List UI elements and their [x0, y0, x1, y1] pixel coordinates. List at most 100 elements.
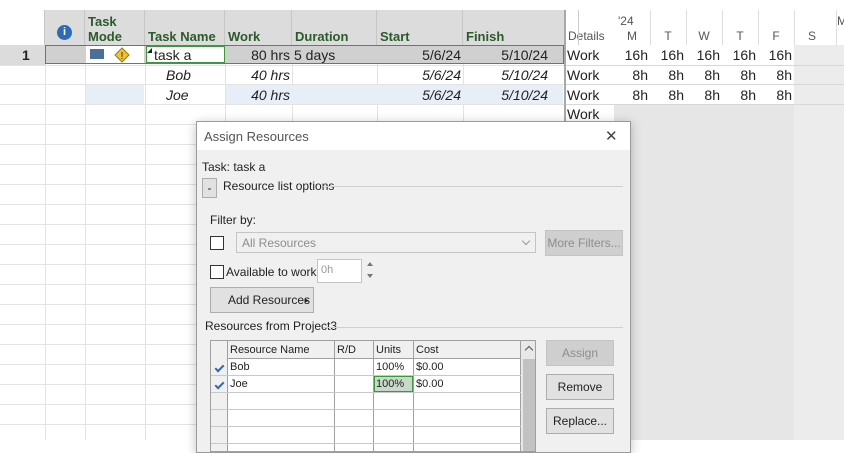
timescale-value[interactable]: 16h	[758, 45, 792, 65]
spinner-up-icon[interactable]	[367, 262, 373, 266]
gantt-grid-header: i Task Mode Task Name Work Duration Star…	[0, 10, 564, 45]
available-hours-input[interactable]: 0h	[317, 259, 362, 283]
remove-button[interactable]: Remove	[546, 374, 614, 400]
timescale-details-label: Details	[568, 29, 605, 43]
resources-from-label: Resources from Project3	[205, 319, 338, 333]
add-resources-label: Add Resources	[228, 293, 311, 307]
units-cell[interactable]: 100%	[376, 376, 404, 392]
chevron-right-icon: ▸	[304, 295, 309, 305]
timescale-value[interactable]: 16h	[650, 45, 684, 65]
timescale-day: S	[807, 29, 816, 43]
assign-resources-dialog: Assign Resources ✕ Task: task a - Resour…	[196, 121, 631, 453]
available-to-work-checkbox[interactable]	[210, 265, 224, 279]
task-name-cell[interactable]: task a	[154, 45, 191, 65]
timescale-value[interactable]: 8h	[614, 65, 648, 85]
spinner-down-icon[interactable]	[367, 274, 373, 278]
cost-cell[interactable]: $0.00	[416, 376, 444, 392]
timescale-value[interactable]: 8h	[722, 65, 756, 85]
row-number-header[interactable]	[0, 10, 45, 45]
task-name-cell[interactable]: Joe	[166, 85, 189, 105]
task-label: Task: task a	[202, 160, 266, 174]
close-icon[interactable]: ✕	[605, 127, 618, 145]
available-hours-value: 0h	[321, 264, 334, 276]
duration-header[interactable]: Duration	[292, 10, 377, 45]
task-mode-icon	[90, 49, 104, 59]
timescale-value[interactable]: 8h	[650, 65, 684, 85]
column-header-cost[interactable]: Cost	[416, 342, 439, 358]
timescale-value[interactable]: 8h	[758, 65, 792, 85]
work-cell[interactable]: 40 hrs	[225, 85, 290, 105]
work-cell[interactable]: 40 hrs	[225, 65, 290, 85]
warning-icon[interactable]: !	[114, 47, 130, 63]
table-row[interactable]: 1 ! task a 80 hrs 5 days 5/6/24 5/10/24	[0, 45, 564, 65]
finish-cell[interactable]: 5/10/24	[463, 85, 548, 105]
column-header-resource-name[interactable]: Resource Name	[230, 342, 309, 358]
chevron-down-icon	[521, 236, 531, 246]
indicators-header[interactable]: i	[45, 10, 85, 45]
units-cell[interactable]: 100%	[376, 359, 404, 375]
task-name-header-label: Task Name	[148, 29, 216, 44]
timescale-value[interactable]: 8h	[650, 85, 684, 105]
task-name-cell[interactable]: Bob	[166, 65, 191, 85]
table-row[interactable]: Joe 40 hrs 5/6/24 5/10/24	[0, 85, 564, 104]
scroll-up-icon[interactable]	[524, 345, 534, 355]
filter-by-label: Filter by:	[210, 213, 257, 227]
start-header-label: Start	[380, 29, 410, 44]
timescale-value[interactable]: 16h	[614, 45, 648, 65]
finish-header-label: Finish	[466, 29, 505, 44]
scrollbar-thumb[interactable]	[523, 359, 535, 451]
timescale-value[interactable]: 16h	[686, 45, 720, 65]
start-header[interactable]: Start	[377, 10, 463, 45]
task-name-header[interactable]: Task Name	[145, 10, 225, 45]
dialog-title: Assign Resources	[204, 129, 309, 144]
column-header-rd[interactable]: R/D	[337, 342, 356, 358]
resource-name-cell[interactable]: Joe	[230, 376, 248, 392]
timescale-value[interactable]: 8h	[722, 85, 756, 105]
timescale-value[interactable]: 8h	[686, 85, 720, 105]
duration-header-label: Duration	[295, 29, 349, 44]
more-filters-button[interactable]: More Filters...	[545, 230, 623, 256]
filter-select-value: All Resources	[242, 236, 317, 250]
row-number: 1	[22, 47, 30, 63]
finish-header[interactable]: Finish	[463, 10, 564, 45]
svg-text:!: !	[121, 51, 124, 62]
assign-button[interactable]: Assign	[546, 340, 614, 366]
resource-list-options-label[interactable]: Resource list options	[223, 179, 334, 193]
cost-cell[interactable]: $0.00	[416, 359, 444, 375]
dialog-titlebar[interactable]: Assign Resources ✕	[197, 122, 630, 150]
filter-by-checkbox[interactable]	[210, 236, 224, 250]
timescale-year: '24	[618, 14, 634, 28]
resource-name-cell[interactable]: Bob	[230, 359, 250, 375]
start-cell[interactable]: 5/6/24	[377, 45, 461, 65]
timescale-day: F	[772, 29, 780, 43]
work-header-label: Work	[228, 29, 261, 44]
work-header[interactable]: Work	[225, 10, 292, 45]
start-cell[interactable]: 5/6/24	[377, 85, 461, 105]
add-resources-button[interactable]: Add Resources ▸	[210, 287, 314, 313]
filter-select[interactable]: All Resources	[236, 232, 536, 253]
collapse-options-button[interactable]: -	[202, 178, 217, 198]
timescale-day: M	[627, 29, 637, 43]
collapse-triangle-icon[interactable]	[147, 48, 152, 53]
available-to-work-label[interactable]: Available to work	[226, 265, 317, 279]
task-mode-header[interactable]: Task Mode	[85, 10, 145, 45]
timescale-value[interactable]: 16h	[722, 45, 756, 65]
timescale-row-label: Work	[567, 47, 600, 63]
duration-cell[interactable]: 5 days	[294, 45, 335, 65]
timescale-value[interactable]: 8h	[686, 65, 720, 85]
table-row[interactable]: Bob 40 hrs 5/6/24 5/10/24	[0, 65, 564, 84]
finish-cell[interactable]: 5/10/24	[463, 45, 548, 65]
table-scrollbar[interactable]	[521, 341, 535, 451]
timescale-row-label: Work	[567, 87, 600, 103]
finish-cell[interactable]: 5/10/24	[463, 65, 548, 85]
timescale-day: T	[664, 29, 672, 43]
task-mode-header-label: Task Mode	[88, 14, 122, 44]
work-cell[interactable]: 80 hrs	[225, 45, 290, 65]
start-cell[interactable]: 5/6/24	[377, 65, 461, 85]
timescale-row-label: Work	[567, 67, 600, 83]
timescale-value[interactable]: 8h	[758, 85, 792, 105]
replace-button[interactable]: Replace...	[546, 408, 614, 434]
timescale-day: T	[736, 29, 744, 43]
timescale-value[interactable]: 8h	[614, 85, 648, 105]
column-header-units[interactable]: Units	[376, 342, 401, 358]
